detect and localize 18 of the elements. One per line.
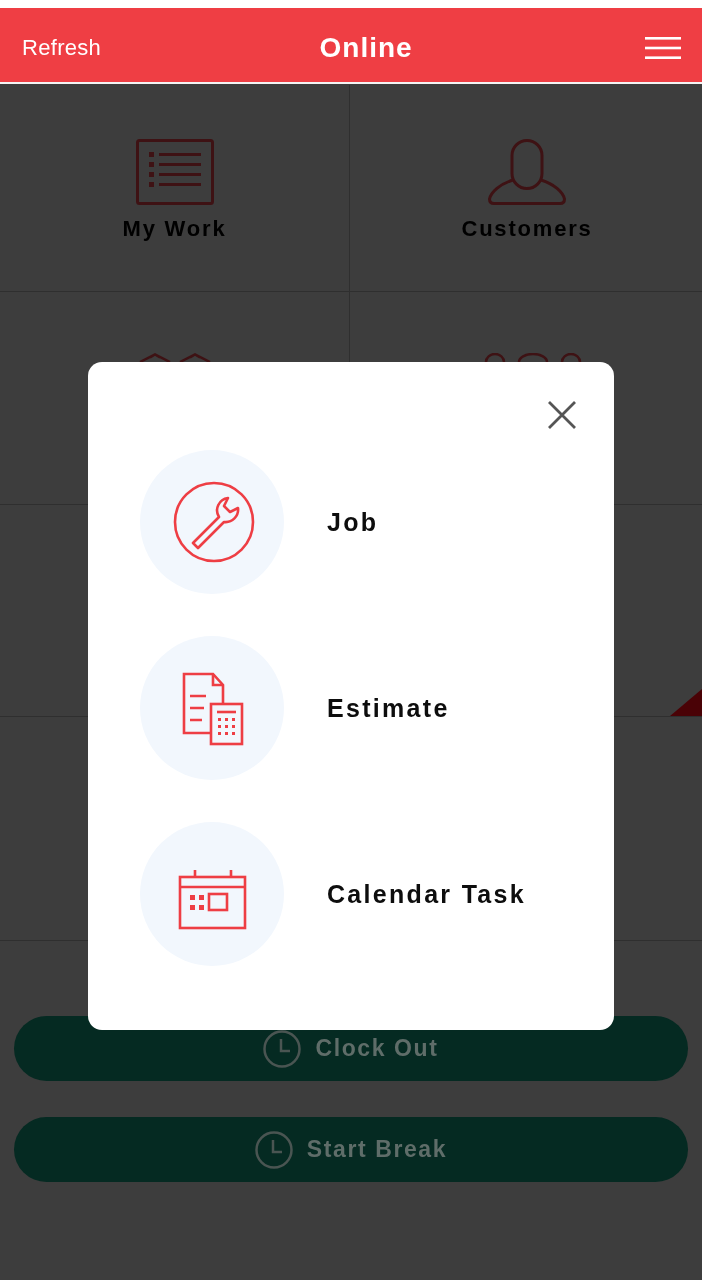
clock-icon	[263, 1029, 302, 1068]
wrench-icon	[140, 450, 284, 594]
close-icon[interactable]	[547, 400, 577, 430]
clock-icon	[254, 1130, 293, 1169]
calendar-icon	[140, 822, 284, 966]
corner-flag-icon	[670, 689, 702, 716]
estimate-icon	[140, 636, 284, 780]
list-icon	[135, 139, 214, 205]
create-option[interactable]: Calendar Task	[140, 822, 580, 966]
people-icon	[484, 353, 582, 362]
refresh-button[interactable]: Refresh	[22, 35, 102, 61]
menu-icon[interactable]	[645, 37, 681, 59]
roofs-icon	[138, 353, 211, 362]
status-title: Online	[318, 32, 414, 64]
create-option[interactable]: Estimate	[140, 636, 580, 780]
create-option[interactable]: Job	[140, 450, 580, 594]
time-clock-button[interactable]: Start Break	[14, 1117, 688, 1182]
person-icon	[488, 139, 566, 205]
